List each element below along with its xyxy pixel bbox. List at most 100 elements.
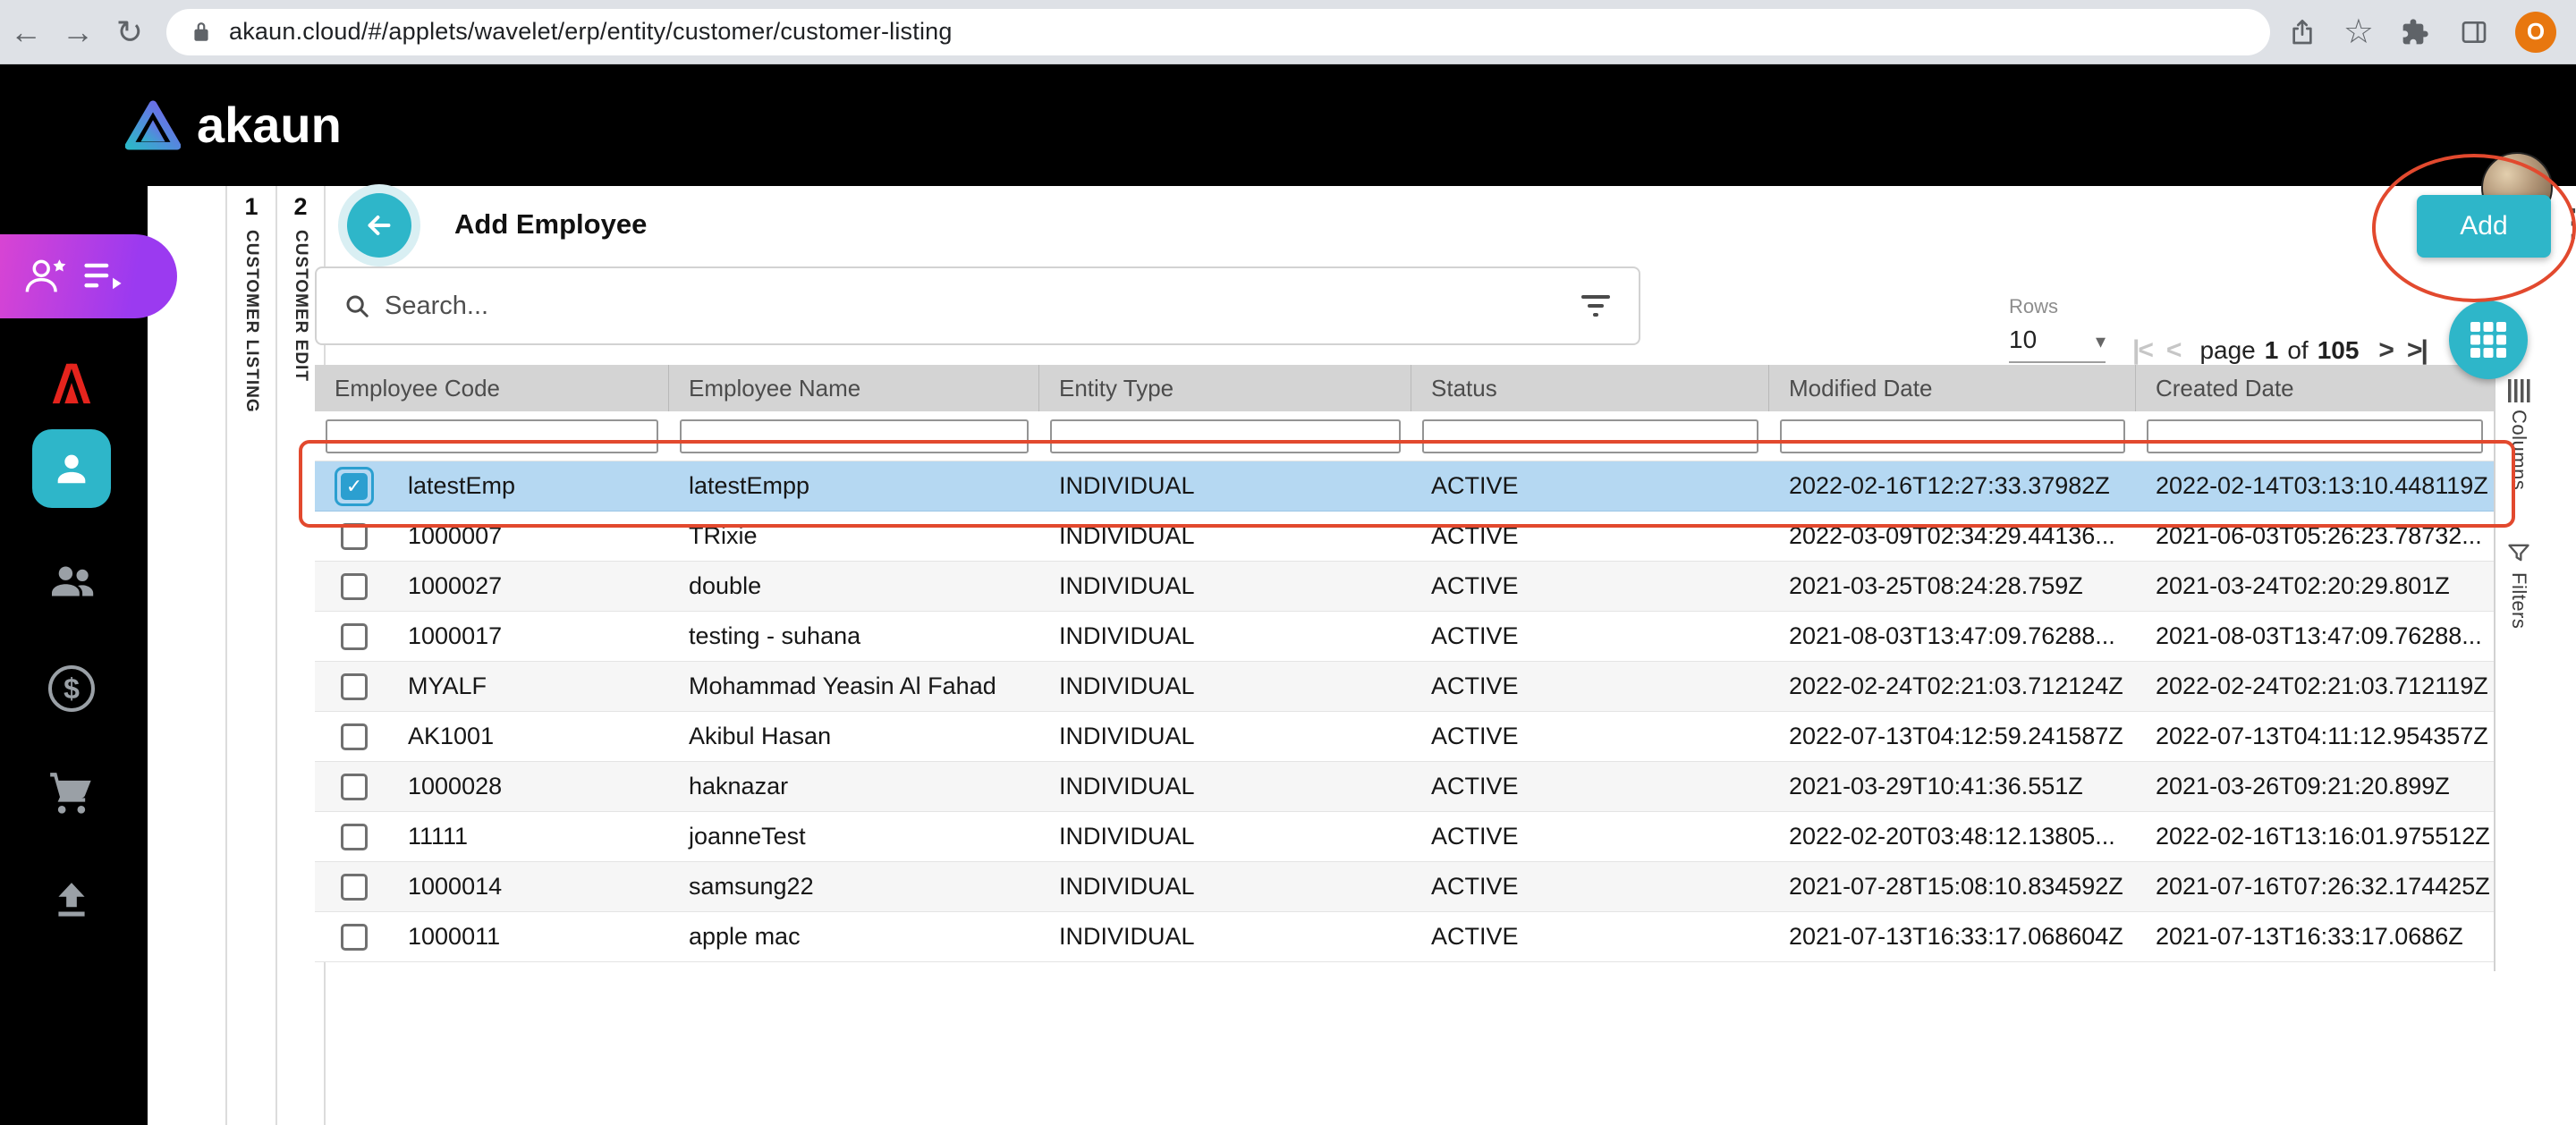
filter-input-created-date[interactable]	[2147, 419, 2483, 453]
column-header-modified-date[interactable]: Modified Date	[1769, 365, 2136, 411]
row-checkbox[interactable]	[341, 523, 368, 550]
row-checkbox[interactable]	[341, 673, 368, 700]
people-applet-icon[interactable]	[47, 556, 97, 606]
next-page-button[interactable]: >	[2378, 335, 2393, 366]
row-checkbox[interactable]	[341, 924, 368, 951]
kebab-menu-icon[interactable]: ⋮	[2555, 200, 2576, 244]
back-button[interactable]	[347, 193, 411, 258]
table-row[interactable]: 1000014 samsung22 INDIVIDUAL ACTIVE 2021…	[315, 862, 2494, 912]
filter-input-entity-type[interactable]	[1050, 419, 1401, 453]
browser-reload-icon[interactable]: ↻	[104, 0, 156, 64]
cell-entity-type: INDIVIDUAL	[1039, 562, 1411, 611]
red-applet-icon[interactable]	[47, 358, 97, 408]
add-button[interactable]: Add	[2417, 195, 2551, 258]
side-panel-icon[interactable]	[2456, 14, 2492, 50]
cell-employee-code: 1000014	[408, 873, 502, 901]
cell-employee-code: 11111	[408, 823, 468, 850]
chevron-down-icon: ▾	[2096, 330, 2106, 353]
prev-page-button[interactable]: <	[2166, 335, 2181, 366]
search-box	[315, 266, 1640, 345]
columns-icon[interactable]	[2507, 379, 2530, 402]
filter-list-icon[interactable]	[1580, 293, 1612, 318]
filter-input-status[interactable]	[1422, 419, 1758, 453]
row-checkbox[interactable]	[341, 824, 368, 850]
browser-back-icon[interactable]: ←	[0, 0, 52, 64]
cell-entity-type: INDIVIDUAL	[1039, 812, 1411, 861]
table-row[interactable]: 1000028 haknazar INDIVIDUAL ACTIVE 2021-…	[315, 762, 2494, 812]
rows-per-page-widget: Rows 10 ▾	[2009, 295, 2106, 363]
upload-applet-icon[interactable]	[47, 876, 97, 926]
filters-funnel-icon[interactable]	[2506, 540, 2531, 565]
row-checkbox[interactable]	[341, 623, 368, 650]
cell-status: ACTIVE	[1411, 762, 1769, 811]
tab-number: 1	[244, 193, 258, 221]
table-row[interactable]: AK1001 Akibul Hasan INDIVIDUAL ACTIVE 20…	[315, 712, 2494, 762]
customer-applet-icon-active[interactable]	[32, 429, 111, 508]
cell-modified-date: 2022-02-20T03:48:12.13805...	[1769, 812, 2136, 861]
column-header-employee-code[interactable]: Employee Code	[315, 365, 669, 411]
table-row[interactable]: MYALF Mohammad Yeasin Al Fahad INDIVIDUA…	[315, 662, 2494, 712]
row-checkbox[interactable]	[341, 723, 368, 750]
cell-entity-type: INDIVIDUAL	[1039, 461, 1411, 511]
column-header-status[interactable]: Status	[1411, 365, 1769, 411]
cell-employee-code: MYALF	[408, 672, 487, 700]
rows-label: Rows	[2009, 295, 2106, 318]
filter-input-modified-date[interactable]	[1780, 419, 2125, 453]
browser-profile-avatar[interactable]: O	[2515, 12, 2556, 53]
bookmark-star-icon[interactable]: ☆	[2343, 14, 2374, 50]
cell-employee-name: double	[669, 562, 1039, 611]
first-page-button[interactable]: |<	[2132, 335, 2152, 366]
last-page-button[interactable]: >|	[2407, 335, 2427, 366]
table-body: ✓ latestEmp latestEmpp INDIVIDUAL ACTIVE…	[315, 461, 2494, 962]
filter-input-employee-name[interactable]	[680, 419, 1029, 453]
cell-employee-name: Akibul Hasan	[669, 712, 1039, 761]
address-bar[interactable]: akaun.cloud/#/applets/wavelet/erp/entity…	[166, 9, 2270, 55]
browser-chrome: ← → ↻ akaun.cloud/#/applets/wavelet/erp/…	[0, 0, 2576, 64]
akaun-logo[interactable]: akaun	[125, 100, 342, 150]
cell-modified-date: 2022-03-09T02:34:29.44136...	[1769, 512, 2136, 561]
cell-created-date: 2021-08-03T13:47:09.76288...	[2136, 612, 2494, 661]
cell-entity-type: INDIVIDUAL	[1039, 712, 1411, 761]
cell-entity-type: INDIVIDUAL	[1039, 912, 1411, 961]
row-checkbox[interactable]	[341, 874, 368, 901]
cell-employee-code: latestEmp	[408, 472, 515, 500]
url-text: akaun.cloud/#/applets/wavelet/erp/entity…	[229, 18, 953, 46]
cell-entity-type: INDIVIDUAL	[1039, 612, 1411, 661]
tab-customer-listing[interactable]: 1 CUSTOMER LISTING	[225, 186, 275, 1125]
filters-toggle[interactable]: Filters	[2507, 572, 2530, 629]
search-input[interactable]	[385, 292, 1565, 321]
table-row[interactable]: ✓ latestEmp latestEmpp INDIVIDUAL ACTIVE…	[315, 461, 2494, 512]
cell-status: ACTIVE	[1411, 562, 1769, 611]
column-header-created-date[interactable]: Created Date	[2136, 365, 2494, 411]
extensions-puzzle-icon[interactable]	[2397, 14, 2433, 50]
table-row[interactable]: 1000017 testing - suhana INDIVIDUAL ACTI…	[315, 612, 2494, 662]
rows-per-page-select[interactable]: 10 ▾	[2009, 326, 2106, 363]
table-row[interactable]: 11111 joanneTest INDIVIDUAL ACTIVE 2022-…	[315, 812, 2494, 862]
share-icon[interactable]	[2284, 14, 2320, 50]
cell-modified-date: 2021-07-28T15:08:10.834592Z	[1769, 862, 2136, 911]
cell-created-date: 2021-07-13T16:33:17.0686Z	[2136, 912, 2494, 961]
page-current: 1	[2265, 336, 2279, 365]
columns-toggle[interactable]: Columns	[2507, 410, 2530, 490]
column-header-entity-type[interactable]: Entity Type	[1039, 365, 1411, 411]
filter-input-employee-code[interactable]	[326, 419, 658, 453]
table-row[interactable]: 1000007 TRixie INDIVIDUAL ACTIVE 2022-03…	[315, 512, 2494, 562]
cell-employee-code: 1000017	[408, 622, 502, 650]
search-icon	[343, 292, 370, 319]
cart-applet-icon[interactable]	[47, 769, 97, 819]
cell-modified-date: 2022-02-16T12:27:33.37982Z	[1769, 461, 2136, 511]
table-row[interactable]: 1000027 double INDIVIDUAL ACTIVE 2021-03…	[315, 562, 2494, 612]
checkbox-ring	[335, 517, 374, 556]
row-checkbox[interactable]: ✓	[341, 473, 368, 500]
grid-view-button[interactable]	[2449, 300, 2528, 379]
row-checkbox[interactable]	[341, 774, 368, 800]
checkbox-ring	[335, 567, 374, 606]
tab-label: CUSTOMER LISTING	[242, 230, 261, 413]
dollar-applet-icon[interactable]: $	[48, 665, 95, 712]
row-checkbox[interactable]	[341, 573, 368, 600]
browser-forward-icon[interactable]: →	[52, 0, 104, 64]
applet-switcher[interactable]	[0, 234, 177, 318]
cell-employee-name: joanneTest	[669, 812, 1039, 861]
table-row[interactable]: 1000011 apple mac INDIVIDUAL ACTIVE 2021…	[315, 912, 2494, 962]
column-header-employee-name[interactable]: Employee Name	[669, 365, 1039, 411]
